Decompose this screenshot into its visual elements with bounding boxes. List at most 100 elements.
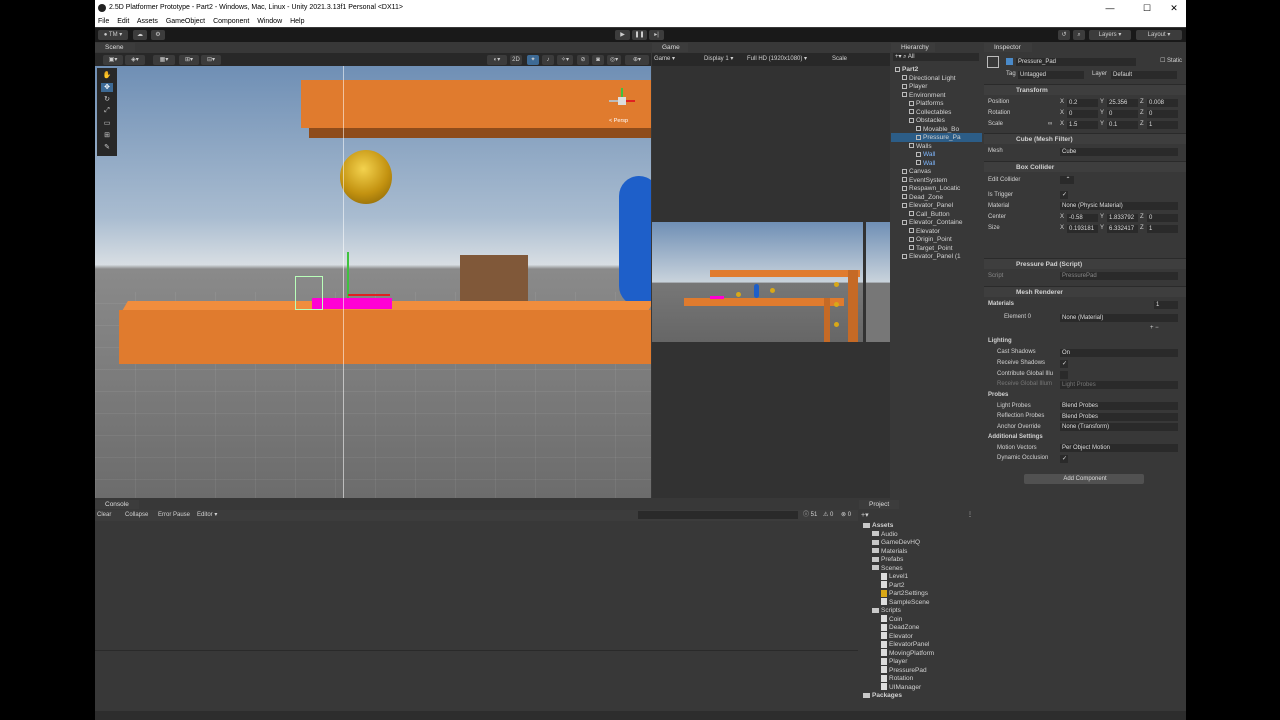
gizmos-globe-icon[interactable]: ⊕▾: [625, 55, 649, 65]
physic-material-field[interactable]: None (Physic Material): [1060, 202, 1178, 210]
scale-label[interactable]: Scale: [832, 53, 847, 66]
project-item[interactable]: Packages: [859, 691, 902, 700]
log-count[interactable]: ⓘ 51: [803, 510, 817, 521]
menu-edit[interactable]: Edit: [117, 18, 129, 25]
scene-view[interactable]: < Persp ✋ ✥ ↻ ⤢ ▭ ⊞ ✎: [95, 66, 651, 498]
rotation-z-field[interactable]: 0: [1147, 110, 1178, 118]
lighting-toggle[interactable]: ✦: [527, 55, 539, 65]
mesh-field[interactable]: Cube: [1060, 148, 1178, 156]
object-name-field[interactable]: Pressure_Pad: [1016, 58, 1136, 66]
shading-dropdown[interactable]: ◈▾: [125, 55, 145, 65]
account-button[interactable]: ● TM ▾: [98, 30, 128, 40]
scale-y-field[interactable]: 0.1: [1107, 121, 1138, 129]
game-mode-dropdown[interactable]: Game ▾: [654, 53, 675, 66]
search-icon[interactable]: ⌕: [1073, 30, 1085, 40]
scene-orientation-gizmo[interactable]: [607, 86, 637, 116]
menu-assets[interactable]: Assets: [137, 18, 158, 25]
audio-toggle[interactable]: ♪: [542, 55, 554, 65]
resolution-dropdown[interactable]: Full HD (1920x1080) ▾: [747, 53, 807, 66]
align-dropdown[interactable]: ⊟▾: [201, 55, 221, 65]
materials-label[interactable]: Materials: [988, 300, 1014, 309]
draw-mode-dropdown[interactable]: ▣▾: [103, 55, 123, 65]
size-x-field[interactable]: 0.193181: [1067, 225, 1098, 233]
scale-z-field[interactable]: 1: [1147, 121, 1178, 129]
error-count[interactable]: ⊗ 0: [841, 510, 851, 521]
tab-hierarchy[interactable]: Hierarchy: [891, 43, 935, 52]
scale-x-field[interactable]: 1.5: [1067, 121, 1098, 129]
display-dropdown[interactable]: Display 1 ▾: [704, 53, 733, 66]
scale-tool-icon[interactable]: ⤢: [101, 107, 113, 116]
script-header[interactable]: Pressure Pad (Script): [984, 258, 1186, 269]
menu-file[interactable]: File: [98, 18, 109, 25]
menu-gameobject[interactable]: GameObject: [166, 18, 205, 25]
tab-console[interactable]: Console: [95, 500, 139, 509]
grid-snap-dropdown[interactable]: ▦▾: [153, 55, 175, 65]
close-icon[interactable]: ✕: [1163, 0, 1185, 16]
size-y-field[interactable]: 6.332417: [1107, 225, 1138, 233]
contribute-gi-checkbox[interactable]: [1060, 371, 1068, 379]
additional-settings-label[interactable]: Additional Settings: [988, 433, 1043, 442]
materials-count[interactable]: 1: [1154, 301, 1178, 309]
hand-tool-icon[interactable]: ✋: [101, 71, 113, 80]
box-collider-header[interactable]: Box Collider: [984, 161, 1186, 172]
transform-tool-icon[interactable]: ⊞: [101, 131, 113, 140]
receive-shadows-checkbox[interactable]: ✓: [1060, 360, 1068, 368]
clear-button[interactable]: Clear: [97, 510, 111, 521]
pause-button[interactable]: ❚❚: [632, 30, 647, 40]
center-z-field[interactable]: 0: [1147, 214, 1178, 222]
console-search[interactable]: [638, 511, 798, 519]
link-icon[interactable]: ∞: [1048, 120, 1052, 129]
active-checkbox[interactable]: [1006, 58, 1013, 65]
increment-snap-dropdown[interactable]: ⊞▾: [179, 55, 199, 65]
project-add-button[interactable]: +▾: [861, 511, 869, 519]
menu-window[interactable]: Window: [257, 18, 282, 25]
minimize-icon[interactable]: —: [1099, 0, 1121, 16]
tab-game[interactable]: Game: [652, 43, 688, 52]
move-tool-icon[interactable]: ✥: [101, 83, 113, 92]
tab-project[interactable]: Project: [859, 500, 899, 509]
layers-dropdown[interactable]: Layers ▾: [1089, 30, 1131, 40]
effects-dropdown[interactable]: ✧▾: [557, 55, 573, 65]
hidden-toggle[interactable]: ⊘: [577, 55, 589, 65]
collab-icon[interactable]: ⚙: [151, 30, 165, 40]
custom-tool-icon[interactable]: ✎: [101, 143, 113, 152]
probes-label[interactable]: Probes: [988, 391, 1008, 400]
warning-count[interactable]: ⚠ 0: [823, 510, 833, 521]
lighting-label[interactable]: Lighting: [988, 337, 1012, 346]
player-capsule[interactable]: [619, 176, 651, 306]
add-component-button[interactable]: Add Component: [1024, 474, 1144, 484]
camera-dropdown[interactable]: ◐▾: [487, 55, 507, 65]
position-z-field[interactable]: 0.008: [1147, 99, 1178, 107]
rect-tool-icon[interactable]: ▭: [101, 119, 113, 128]
camera-settings-icon[interactable]: ◙: [592, 55, 604, 65]
project-lock-icon[interactable]: ⋮: [967, 511, 973, 518]
anchor-override-field[interactable]: None (Transform): [1060, 423, 1178, 431]
menu-component[interactable]: Component: [213, 18, 249, 25]
is-trigger-checkbox[interactable]: ✓: [1060, 191, 1068, 199]
editor-dropdown[interactable]: Editor ▾: [197, 510, 217, 521]
toggle-2d-button[interactable]: 2D: [510, 55, 522, 65]
pressure-pad[interactable]: [312, 298, 392, 309]
cloud-icon[interactable]: ☁: [133, 30, 147, 40]
rotation-x-field[interactable]: 0: [1067, 110, 1098, 118]
layout-dropdown[interactable]: Layout ▾: [1136, 30, 1182, 40]
mesh-renderer-header[interactable]: Mesh Renderer: [984, 286, 1186, 297]
hierarchy-item[interactable]: Elevator_Panel (1: [891, 252, 982, 261]
persp-label[interactable]: < Persp: [609, 118, 628, 124]
gizmo-y-axis[interactable]: [347, 252, 349, 298]
maximize-icon[interactable]: ☐: [1136, 0, 1158, 16]
transform-header[interactable]: Transform: [984, 84, 1186, 95]
rotate-tool-icon[interactable]: ↻: [101, 95, 113, 104]
tab-inspector[interactable]: Inspector: [984, 43, 1032, 52]
layer-dropdown[interactable]: Default: [1111, 71, 1177, 79]
center-x-field[interactable]: -0.58: [1067, 214, 1098, 222]
element0-field[interactable]: None (Material): [1060, 314, 1178, 322]
hierarchy-search[interactable]: +▾ ⌕ All: [893, 53, 979, 61]
play-button[interactable]: ▶: [615, 30, 630, 40]
mesh-filter-header[interactable]: Cube (Mesh Filter): [984, 133, 1186, 144]
light-probes-dropdown[interactable]: Blend Probes: [1060, 402, 1178, 410]
center-y-field[interactable]: 1.833792: [1107, 214, 1138, 222]
collapse-button[interactable]: Collapse: [125, 510, 148, 521]
add-remove-icon[interactable]: + −: [1150, 324, 1159, 333]
tab-scene[interactable]: Scene: [95, 43, 135, 52]
